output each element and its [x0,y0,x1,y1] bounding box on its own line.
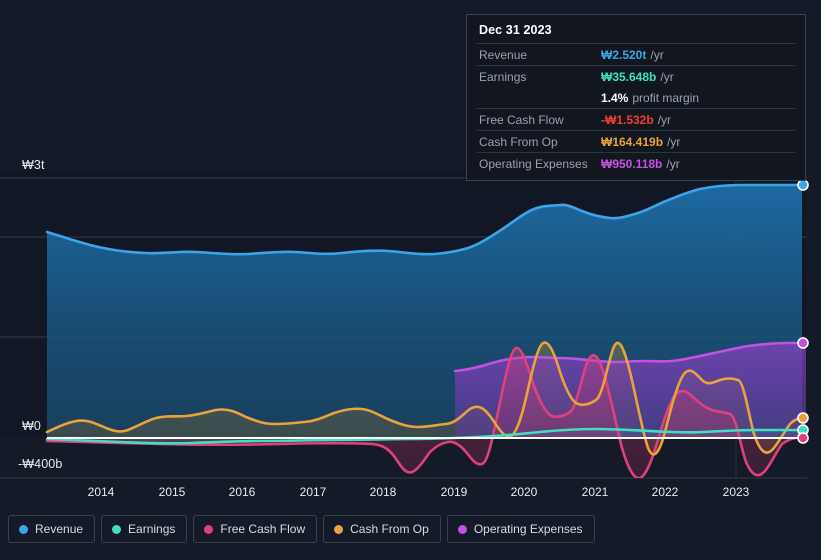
x-axis-label-2015: 2015 [158,485,186,499]
y-axis-label-1: ₩0 [22,419,41,433]
tooltip-row-operating-expenses: Operating Expenses ₩950.118b /yr [477,152,795,174]
tooltip-unit-profit-margin: profit margin [632,91,700,105]
tooltip-title: Dec 31 2023 [479,23,552,37]
tooltip-row-cash-from-op: Cash From Op ₩164.419b /yr [477,130,795,152]
tooltip-label-cash-from-op: Cash From Op [479,135,558,149]
legend-label-operating-expenses: Operating Expenses [473,522,583,536]
x-axis-label-2019: 2019 [440,485,468,499]
x-axis-label-2022: 2022 [651,485,679,499]
tooltip-label-operating-expenses: Operating Expenses [479,157,588,171]
x-axis-label-2017: 2017 [299,485,327,499]
tooltip-value-profit-margin: 1.4% [601,91,629,105]
legend-dot-cash-from-op [334,524,344,534]
legend-dot-revenue [19,524,28,534]
data-tooltip: Dec 31 2023 Revenue ₩2.520t /yr Earnings… [466,14,806,181]
x-axis-label-2018: 2018 [369,485,397,499]
x-axis-label-2016: 2016 [228,485,256,499]
tooltip-unit-cash-from-op: /yr [667,135,681,149]
legend-label-revenue: Revenue [35,522,84,536]
tooltip-unit-operating-expenses: /yr [666,157,680,171]
legend-dot-earnings [112,524,122,534]
legend-dot-operating-expenses [457,524,467,534]
tooltip-row-free-cash-flow: Free Cash Flow -₩1.532b /yr [477,108,795,130]
x-axis-label-2023: 2023 [722,485,750,499]
tooltip-row-profit-margin: 1.4% profit margin [477,87,795,108]
legend-item-operating-expenses[interactable]: Operating Expenses [446,515,595,543]
tooltip-unit-earnings: /yr [660,70,674,84]
revenue-endpoint-marker [797,179,809,191]
y-axis-label-2: -₩400b [18,457,63,471]
x-axis-label-2014: 2014 [87,485,115,499]
legend-item-revenue[interactable]: Revenue [8,515,96,543]
y-axis-label-0: ₩3t [22,158,45,172]
legend-label-earnings: Earnings [128,522,176,536]
tooltip-value-revenue: ₩2.520t [601,48,647,62]
cash-from-op-endpoint-marker [797,412,809,424]
tooltip-value-earnings: ₩35.648b [601,70,657,84]
legend-label-free-cash-flow: Free Cash Flow [220,522,306,536]
operating-expenses-endpoint-marker [797,337,809,349]
chart-legend: Revenue Earnings Free Cash Flow Cash Fro… [8,515,595,543]
tooltip-row-earnings: Earnings ₩35.648b /yr [477,65,795,87]
tooltip-value-free-cash-flow: -₩1.532b [601,113,654,127]
tooltip-unit-free-cash-flow: /yr [657,113,672,127]
legend-item-earnings[interactable]: Earnings [101,515,188,543]
tooltip-label-revenue: Revenue [479,48,528,62]
free-cash-flow-endpoint-marker [797,432,809,444]
tooltip-unit-revenue: /yr [650,48,664,62]
legend-item-cash-from-op[interactable]: Cash From Op [323,515,441,543]
tooltip-value-cash-from-op: ₩164.419b [601,135,664,149]
tooltip-label-free-cash-flow: Free Cash Flow [479,113,564,127]
chart-page: ₩3t ₩0 -₩400b 2014 2015 2016 2017 2018 2… [0,0,821,560]
x-axis-label-2020: 2020 [510,485,538,499]
tooltip-value-operating-expenses: ₩950.118b [601,157,663,171]
tooltip-label-earnings: Earnings [479,70,527,84]
legend-label-cash-from-op: Cash From Op [350,522,429,536]
legend-item-free-cash-flow[interactable]: Free Cash Flow [193,515,318,543]
legend-dot-free-cash-flow [204,524,214,534]
tooltip-row-revenue: Revenue ₩2.520t /yr [477,43,795,65]
x-axis-label-2021: 2021 [581,485,609,499]
